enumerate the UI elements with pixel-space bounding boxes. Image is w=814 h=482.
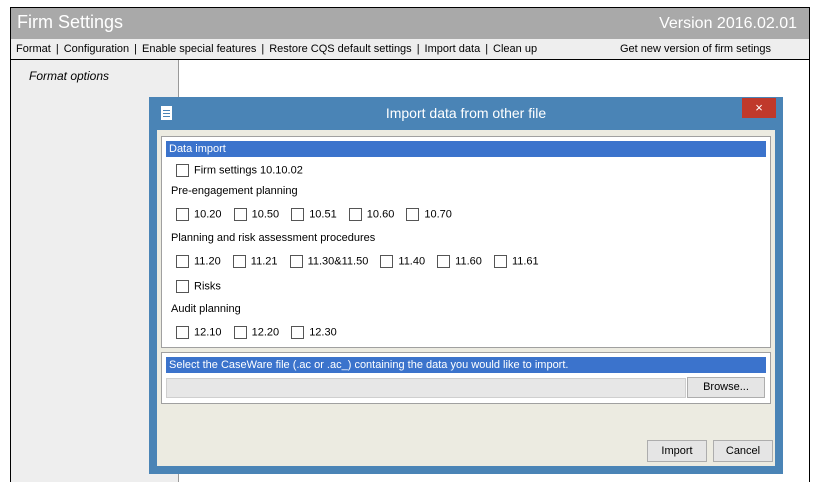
import-button[interactable]: Import [647, 440, 707, 462]
file-select-panel: Select the CaseWare file (.ac or .ac_) c… [161, 352, 771, 404]
checkbox-label: 12.30 [309, 326, 337, 339]
close-button[interactable]: × [742, 98, 776, 118]
menu-separator: | [55, 43, 59, 55]
checkbox-label: 11.61 [511, 255, 539, 268]
checkbox-box[interactable] [291, 326, 305, 339]
checkbox-box[interactable] [176, 164, 189, 177]
group-label-planning-risk: Planning and risk assessment procedures [171, 232, 376, 244]
dialog-body: Data import Firm settings 10.10.02 Pre-e… [157, 130, 775, 466]
checkbox-box[interactable] [437, 255, 451, 268]
browse-button[interactable]: Browse... [687, 377, 765, 398]
menu-separator: | [261, 43, 265, 55]
checkbox-label: 11.60 [455, 255, 482, 268]
file-select-header: Select the CaseWare file (.ac or .ac_) c… [166, 357, 766, 373]
checkbox-box[interactable] [348, 208, 362, 221]
checkbox-11-20[interactable]: 11.20 [176, 255, 221, 268]
menu-separator: | [416, 43, 420, 55]
checkbox-10-20[interactable]: 10.20 [176, 208, 222, 221]
checkbox-box[interactable] [176, 326, 189, 339]
checkbox-box[interactable] [493, 255, 507, 268]
data-import-header: Data import [166, 141, 766, 157]
version-label: Version 2016.02.01 [659, 15, 797, 32]
checkbox-11-61[interactable]: 11.61 [493, 255, 539, 268]
menu-enable-special-features[interactable]: Enable special features [142, 43, 256, 55]
checkbox-label: 12.10 [194, 326, 222, 339]
dialog-title: Import data from other file [385, 105, 547, 121]
title-bar: Firm Settings Version 2016.02.01 [11, 8, 809, 39]
menu-separator: | [485, 43, 489, 55]
group-label-pre-engagement: Pre-engagement planning [171, 185, 298, 197]
audit-planning-row: 12.10 12.20 12.30 [176, 326, 346, 342]
close-icon: × [755, 100, 763, 115]
planning-risk-row: 11.20 11.21 11.30&11.50 11.40 11.60 11.6… [176, 255, 548, 271]
pre-engagement-row: 10.20 10.50 10.51 10.60 10.70 [176, 208, 461, 224]
checkbox-label: 11.21 [250, 255, 278, 268]
checkbox-11-40[interactable]: 11.40 [380, 255, 425, 268]
menu-items: Format | Configuration | Enable special feat… [16, 43, 537, 55]
app-title: Firm Settings [17, 12, 124, 32]
checkbox-11-30-11-50[interactable]: 11.30&11.50 [289, 255, 369, 268]
checkbox-box[interactable] [176, 255, 189, 268]
checkbox-10-60[interactable]: 10.60 [348, 208, 395, 221]
sidebar-item-format-options[interactable]: Format options [29, 69, 109, 83]
import-dialog: Import data from other file × Data impor… [149, 97, 783, 474]
checkbox-label: 10.70 [424, 208, 452, 221]
checkbox-box[interactable] [406, 208, 420, 221]
checkbox-12-10[interactable]: 12.10 [176, 326, 222, 339]
cancel-button[interactable]: Cancel [713, 440, 773, 462]
menu-separator: | [134, 43, 137, 55]
menu-restore-cqs-defaults[interactable]: Restore CQS default settings [269, 43, 411, 55]
checkbox-12-20[interactable]: 12.20 [233, 326, 280, 339]
checkbox-label: Risks [194, 280, 221, 293]
checkbox-10-51[interactable]: 10.51 [291, 208, 337, 221]
menu-get-new-version[interactable]: Get new version of firm setings [620, 43, 771, 55]
checkbox-box[interactable] [176, 208, 189, 221]
checkbox-box[interactable] [232, 255, 246, 268]
menu-clean-up[interactable]: Clean up [493, 43, 537, 55]
checkbox-12-30[interactable]: 12.30 [291, 326, 337, 339]
checkbox-10-50[interactable]: 10.50 [233, 208, 280, 221]
checkbox-label: 12.20 [251, 326, 280, 339]
menu-format[interactable]: Format [16, 43, 51, 55]
checkbox-label: 10.60 [366, 208, 395, 221]
checkbox-box[interactable] [233, 208, 247, 221]
file-path-field[interactable] [166, 378, 686, 398]
checkbox-box[interactable] [176, 280, 189, 293]
checkbox-label: Firm settings 10.10.02 [194, 164, 303, 177]
checkbox-label: 11.20 [194, 255, 221, 268]
checkbox-box[interactable] [289, 255, 303, 268]
group-label-audit-planning: Audit planning [171, 303, 241, 315]
risks-row: Risks [176, 280, 230, 296]
menu-import-data[interactable]: Import data [425, 43, 481, 55]
checkbox-label: 10.20 [194, 208, 222, 221]
checkbox-label: 11.40 [398, 255, 426, 268]
menu-configuration[interactable]: Configuration [64, 43, 129, 55]
checkbox-label: 10.50 [251, 208, 280, 221]
data-import-panel: Data import Firm settings 10.10.02 Pre-e… [161, 136, 771, 348]
checkbox-label: 10.51 [309, 208, 337, 221]
checkbox-label: 11.30&11.50 [307, 255, 369, 268]
checkbox-box[interactable] [291, 208, 305, 221]
menu-bar: Format | Configuration | Enable special feat… [11, 39, 809, 60]
checkbox-11-21[interactable]: 11.21 [232, 255, 278, 268]
firm-settings-checkbox[interactable]: Firm settings 10.10.02 [176, 164, 303, 177]
checkbox-box[interactable] [380, 255, 394, 268]
risks-checkbox[interactable]: Risks [176, 280, 221, 293]
checkbox-10-70[interactable]: 10.70 [406, 208, 452, 221]
firm-settings-row: Firm settings 10.10.02 [176, 164, 312, 180]
checkbox-11-60[interactable]: 11.60 [437, 255, 482, 268]
checkbox-box[interactable] [233, 326, 247, 339]
